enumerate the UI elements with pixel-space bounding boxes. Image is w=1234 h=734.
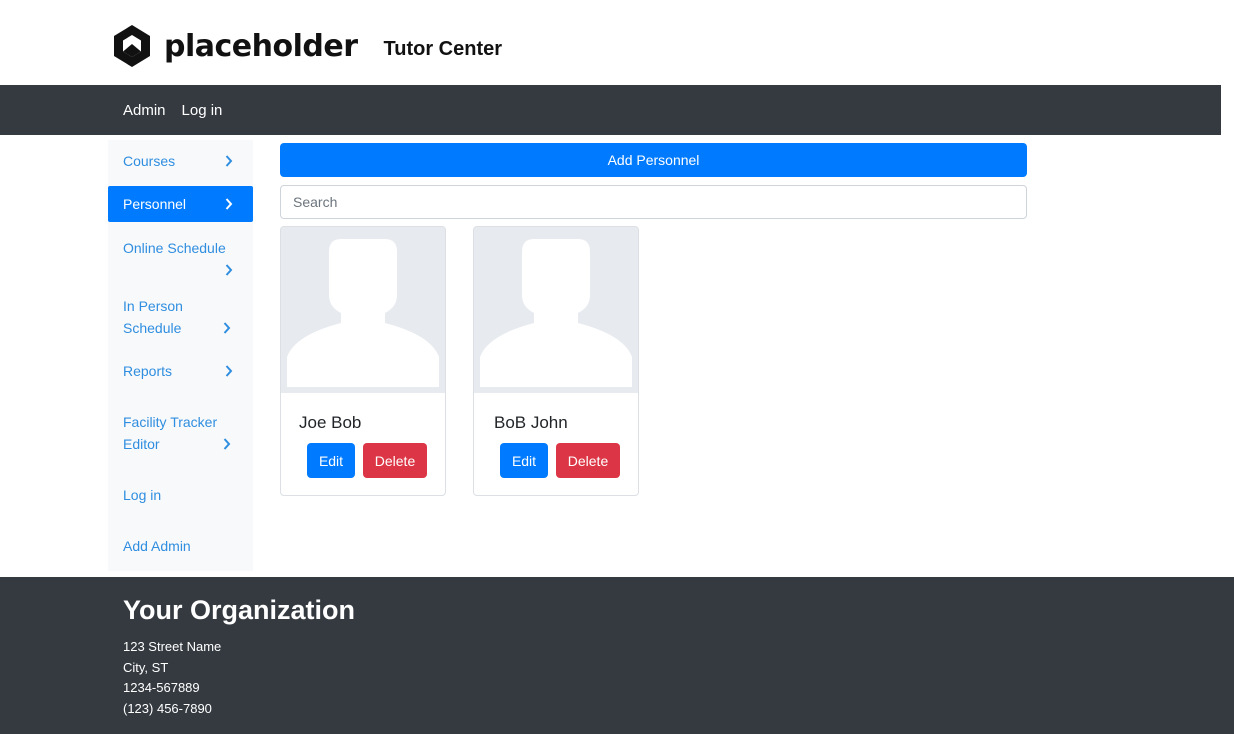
sidebar-item-label: Add Admin xyxy=(123,538,191,554)
sidebar-item-in-person-schedule[interactable]: In Person Schedule xyxy=(108,295,198,339)
delete-button[interactable]: Delete xyxy=(363,443,427,478)
personnel-name: Joe Bob xyxy=(299,413,362,432)
edit-button[interactable]: Edit xyxy=(500,443,548,478)
person-silhouette-icon xyxy=(474,227,638,393)
organization-address: 123 Street Name City, ST 1234-567889 (12… xyxy=(123,637,221,719)
sidebar-item-label: In Person Schedule xyxy=(123,298,183,336)
address-zip: 1234-567889 xyxy=(123,680,200,695)
sidebar: Courses Personnel Online Schedule In Per… xyxy=(108,140,253,571)
add-personnel-button[interactable]: Add Personnel xyxy=(280,143,1027,177)
sidebar-item-label: Online Schedule xyxy=(123,240,226,256)
personnel-card: Joe Bob Edit Delete xyxy=(280,226,446,496)
personnel-name: BoB John xyxy=(494,413,568,432)
sidebar-item-add-admin[interactable]: Add Admin xyxy=(108,535,253,557)
sidebar-item-online-schedule[interactable]: Online Schedule xyxy=(108,237,238,281)
chevron-right-icon xyxy=(225,360,233,382)
chevron-right-icon xyxy=(225,193,233,215)
brand-header: placeholder Tutor Center xyxy=(108,20,502,72)
sidebar-item-label: Courses xyxy=(123,153,176,169)
search-input[interactable] xyxy=(280,185,1027,219)
address-phone: (123) 456-7890 xyxy=(123,700,212,716)
chevron-right-icon xyxy=(225,150,233,172)
chevron-right-icon xyxy=(223,433,235,461)
avatar-placeholder xyxy=(474,227,638,393)
edit-button[interactable]: Edit xyxy=(307,443,355,478)
sidebar-item-reports[interactable]: Reports xyxy=(108,360,253,382)
sidebar-item-label: Facility Tracker Editor xyxy=(123,414,218,452)
sidebar-item-log-in[interactable]: Log in xyxy=(108,484,253,506)
sidebar-item-label: Personnel xyxy=(123,196,187,212)
sidebar-item-courses[interactable]: Courses xyxy=(108,150,253,172)
address-street: 123 Street Name xyxy=(123,639,222,654)
footer: Your Organization 123 Street Name City, … xyxy=(0,577,1234,734)
organization-name: Your Organization xyxy=(123,595,356,625)
placeholder-logo-icon xyxy=(114,25,150,67)
chevron-right-icon xyxy=(225,259,233,281)
nav-admin-link[interactable]: Admin xyxy=(123,102,166,119)
sidebar-item-label: Log in xyxy=(123,487,162,503)
person-silhouette-icon xyxy=(281,227,445,393)
delete-button[interactable]: Delete xyxy=(556,443,620,478)
page-title: Tutor Center xyxy=(383,37,503,60)
nav-login-link[interactable]: Log in xyxy=(182,102,223,119)
top-navbar: Admin Log in xyxy=(0,85,1221,135)
brand-logo-text: placeholder xyxy=(164,28,358,64)
personnel-card: BoB John Edit Delete xyxy=(473,226,639,496)
sidebar-item-label: Reports xyxy=(123,363,173,379)
address-city: City, ST xyxy=(123,659,169,675)
sidebar-item-personnel[interactable]: Personnel xyxy=(108,186,253,222)
avatar-placeholder xyxy=(281,227,445,393)
chevron-right-icon xyxy=(223,317,235,345)
sidebar-item-facility-tracker-editor[interactable]: Facility Tracker Editor xyxy=(108,411,218,455)
